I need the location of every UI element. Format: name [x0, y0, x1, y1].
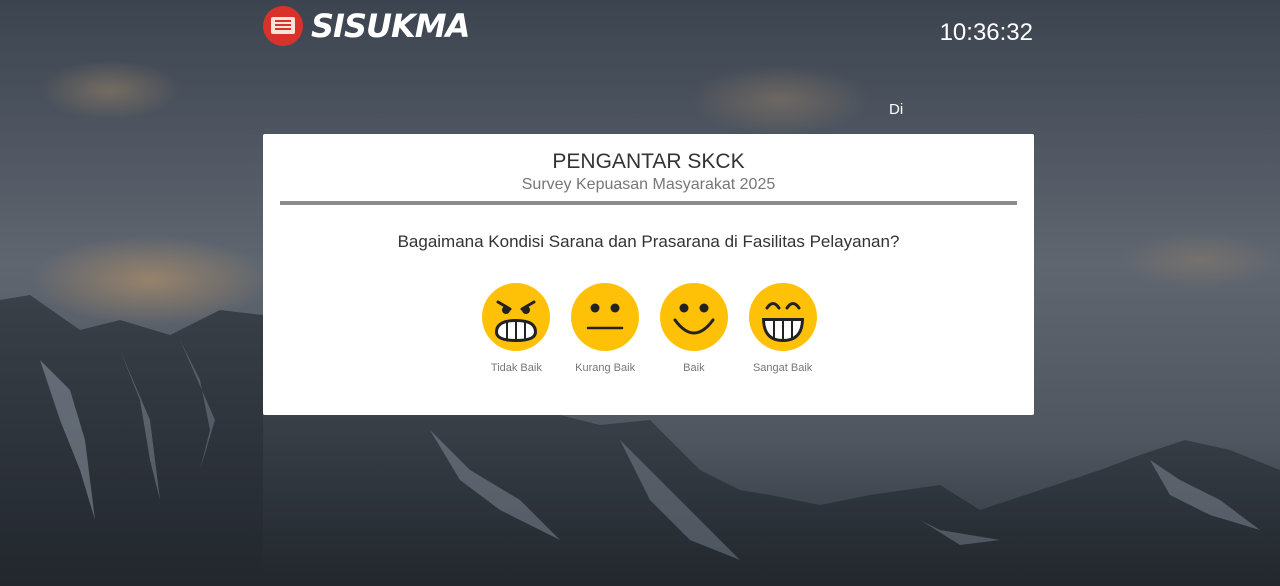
neutral-face-icon [571, 283, 640, 351]
divider [280, 201, 1017, 205]
rating-options: Tidak Baik Kurang Baik Baik Sangat Baik [472, 282, 827, 374]
logo-text: SISUKMA [311, 7, 470, 45]
survey-subtitle: Survey Kepuasan Masyarakat 2025 [521, 176, 776, 193]
rating-option-baik[interactable]: Baik [650, 282, 739, 374]
app-logo[interactable]: SISUKMA [263, 6, 470, 46]
rating-label: Sangat Baik [752, 362, 813, 374]
rating-option-kurang-baik[interactable]: Kurang Baik [561, 282, 650, 374]
grinning-face-icon [748, 283, 817, 351]
running-text: Di [889, 101, 903, 118]
survey-question: Bagaimana Kondisi Sarana dan Prasarana d… [397, 232, 900, 251]
rating-label: Tidak Baik [490, 362, 542, 374]
smiling-face-icon [659, 283, 728, 351]
document-icon [263, 6, 303, 46]
clock: 10:36:32 [939, 19, 1033, 46]
survey-title: PENGANTAR SKCK [552, 150, 745, 173]
rating-option-sangat-baik[interactable]: Sangat Baik [738, 282, 827, 374]
rating-label: Baik [683, 362, 705, 374]
rating-option-tidak-baik[interactable]: Tidak Baik [472, 282, 561, 374]
rating-label: Kurang Baik [575, 362, 636, 374]
survey-card: PENGANTAR SKCK Survey Kepuasan Masyaraka… [263, 134, 1034, 415]
angry-face-icon [482, 283, 551, 351]
